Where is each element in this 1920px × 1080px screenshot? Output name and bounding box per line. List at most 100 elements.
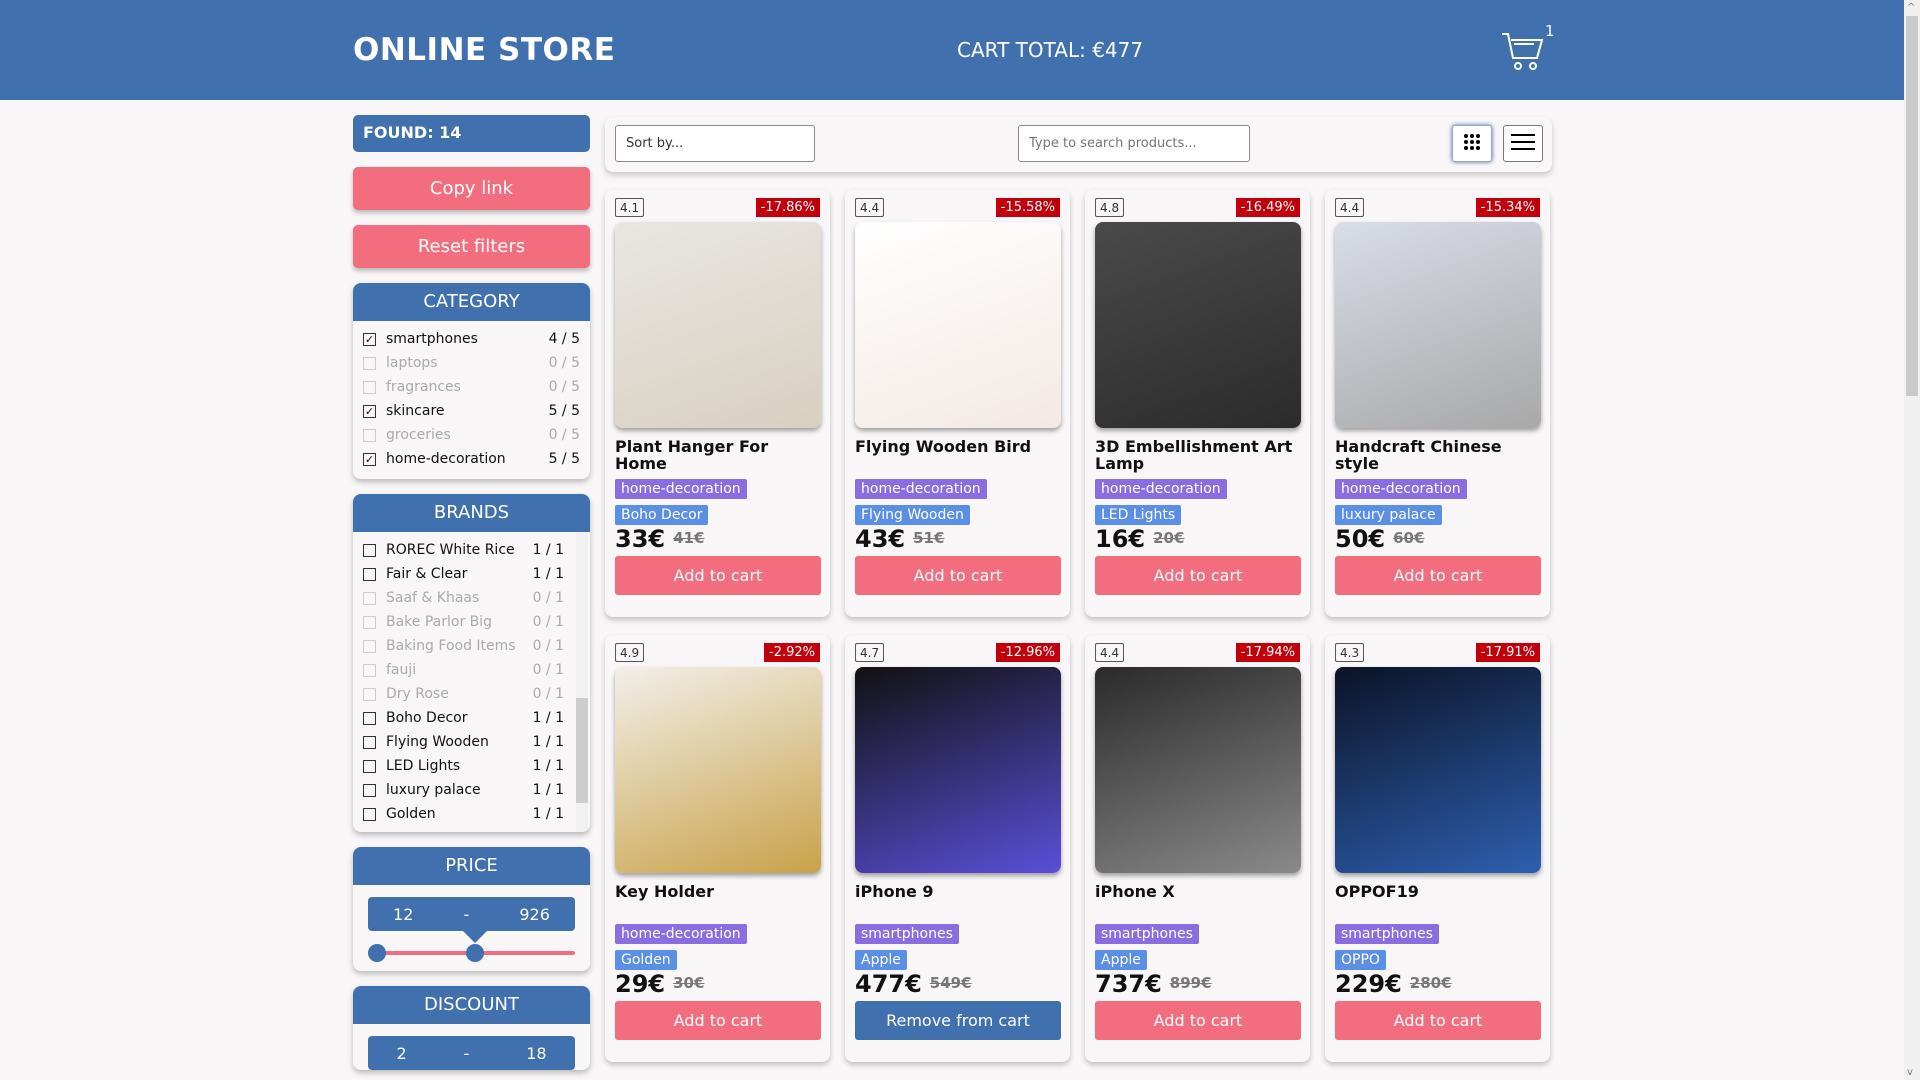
brand-option[interactable]: fauji 0 / 1 xyxy=(363,658,564,682)
filter-count: 1 / 1 xyxy=(532,566,564,582)
product-card[interactable]: 4.3 -17.91% OPPOF19 smartphones OPPO 229€… xyxy=(1325,635,1550,1062)
price-max-handle[interactable] xyxy=(466,944,484,962)
product-card[interactable]: 4.1 -17.86% Plant Hanger For Home home-d… xyxy=(605,190,830,617)
brand-option[interactable]: Dry Rose 0 / 1 xyxy=(363,682,564,706)
filter-count: 1 / 1 xyxy=(532,710,564,726)
checkbox[interactable] xyxy=(363,687,376,701)
add-to-cart-button[interactable]: Add to cart xyxy=(1335,556,1541,595)
product-image[interactable] xyxy=(615,667,821,873)
checkbox[interactable]: ✓ xyxy=(363,452,376,466)
checkbox[interactable] xyxy=(363,543,376,557)
checkbox[interactable] xyxy=(363,759,376,773)
category-option[interactable]: laptops 0 / 5 xyxy=(363,351,580,375)
brands-scrollbar[interactable] xyxy=(576,532,588,832)
search-input[interactable] xyxy=(1018,125,1250,162)
checkbox[interactable] xyxy=(363,807,376,821)
filter-label: Boho Decor xyxy=(386,710,468,726)
filter-label: fragrances xyxy=(386,379,461,395)
category-option[interactable]: fragrances 0 / 5 xyxy=(363,375,580,399)
add-to-cart-button[interactable]: Add to cart xyxy=(1335,1001,1541,1040)
list-view-button[interactable] xyxy=(1503,125,1543,162)
product-price: 33€ xyxy=(615,525,666,553)
checkbox[interactable] xyxy=(363,639,376,653)
sort-select[interactable]: Sort by... xyxy=(615,125,815,162)
product-title[interactable]: iPhone 9 xyxy=(855,883,1061,900)
brand-option[interactable]: ROREC White Rice 1 / 1 xyxy=(363,538,564,562)
store-logo[interactable]: ONLINE STORE xyxy=(353,32,615,68)
brand-option[interactable]: Baking Food Items 0 / 1 xyxy=(363,634,564,658)
product-card[interactable]: 4.9 -2.92% Key Holder home-decoration Gol… xyxy=(605,635,830,1062)
product-card[interactable]: 4.4 -15.58% Flying Wooden Bird home-deco… xyxy=(845,190,1070,617)
page-scrollbar[interactable]: ^ v xyxy=(1904,0,1920,1080)
product-card[interactable]: 4.8 -16.49% 3D Embellishment Art Lamp ho… xyxy=(1085,190,1310,617)
product-card[interactable]: 4.7 -12.96% iPhone 9 smartphones Apple 47… xyxy=(845,635,1070,1062)
product-title[interactable]: Key Holder xyxy=(615,883,821,900)
add-to-cart-button[interactable]: Add to cart xyxy=(615,556,821,595)
discount-min: 2 xyxy=(396,1043,407,1063)
checkbox[interactable] xyxy=(363,356,376,370)
category-tag: home-decoration xyxy=(1335,479,1467,499)
checkbox[interactable] xyxy=(363,783,376,797)
product-title[interactable]: Flying Wooden Bird xyxy=(855,438,1061,455)
product-title[interactable]: Plant Hanger For Home xyxy=(615,438,821,472)
category-option[interactable]: ✓ smartphones 4 / 5 xyxy=(363,327,580,351)
checkbox[interactable] xyxy=(363,711,376,725)
product-title[interactable]: Handcraft Chinese style xyxy=(1335,438,1541,472)
cart-icon[interactable] xyxy=(1500,28,1546,72)
checkbox[interactable]: ✓ xyxy=(363,332,376,346)
product-image[interactable] xyxy=(1335,222,1541,428)
filter-count: 0 / 5 xyxy=(548,355,580,371)
filter-label: ROREC White Rice xyxy=(386,542,515,558)
category-option[interactable]: ✓ home-decoration 5 / 5 xyxy=(363,447,580,471)
product-title[interactable]: iPhone X xyxy=(1095,883,1301,900)
category-tag: home-decoration xyxy=(1095,479,1227,499)
filter-label: smartphones xyxy=(386,331,478,347)
checkbox[interactable] xyxy=(363,591,376,605)
product-image[interactable] xyxy=(855,222,1061,428)
filter-label: Fair & Clear xyxy=(386,566,468,582)
price-slider[interactable] xyxy=(368,943,575,963)
checkbox[interactable] xyxy=(363,615,376,629)
brand-option[interactable]: luxury palace 1 / 1 xyxy=(363,778,564,802)
price-title: PRICE xyxy=(353,847,590,885)
add-to-cart-button[interactable]: Add to cart xyxy=(615,1001,821,1040)
brand-option[interactable]: LED Lights 1 / 1 xyxy=(363,754,564,778)
add-to-cart-button[interactable]: Add to cart xyxy=(1095,556,1301,595)
product-image[interactable] xyxy=(855,667,1061,873)
brands-title: BRANDS xyxy=(353,494,590,532)
brand-option[interactable]: Saaf & Khaas 0 / 1 xyxy=(363,586,564,610)
grid-view-button[interactable] xyxy=(1452,125,1492,162)
checkbox[interactable] xyxy=(363,663,376,677)
reset-filters-button[interactable]: Reset filters xyxy=(353,225,590,268)
remove-from-cart-button[interactable]: Remove from cart xyxy=(855,1001,1061,1040)
add-to-cart-button[interactable]: Add to cart xyxy=(1095,1001,1301,1040)
rating-badge: 4.8 xyxy=(1095,198,1125,217)
category-option[interactable]: groceries 0 / 5 xyxy=(363,423,580,447)
checkbox[interactable] xyxy=(363,428,376,442)
product-image[interactable] xyxy=(615,222,821,428)
category-option[interactable]: ✓ skincare 5 / 5 xyxy=(363,399,580,423)
checkbox[interactable]: ✓ xyxy=(363,404,376,418)
add-to-cart-button[interactable]: Add to cart xyxy=(855,556,1061,595)
copy-link-button[interactable]: Copy link xyxy=(353,167,590,210)
brand-option[interactable]: Flying Wooden 1 / 1 xyxy=(363,730,564,754)
product-title[interactable]: 3D Embellishment Art Lamp xyxy=(1095,438,1301,472)
brand-option[interactable]: Golden 1 / 1 xyxy=(363,802,564,826)
brand-option[interactable]: Boho Decor 1 / 1 xyxy=(363,706,564,730)
product-image[interactable] xyxy=(1095,222,1301,428)
checkbox[interactable] xyxy=(363,567,376,581)
product-image[interactable] xyxy=(1335,667,1541,873)
discount-sep: - xyxy=(463,1043,470,1063)
checkbox[interactable] xyxy=(363,380,376,394)
category-tag: home-decoration xyxy=(615,479,747,499)
product-card[interactable]: 4.4 -15.34% Handcraft Chinese style home… xyxy=(1325,190,1550,617)
checkbox[interactable] xyxy=(363,735,376,749)
brand-option[interactable]: Fair & Clear 1 / 1 xyxy=(363,562,564,586)
brand-option[interactable]: Bake Parlor Big 0 / 1 xyxy=(363,610,564,634)
price-min-handle[interactable] xyxy=(368,944,386,962)
product-title[interactable]: OPPOF19 xyxy=(1335,883,1541,900)
product-card[interactable]: 4.4 -17.94% iPhone X smartphones Apple 73… xyxy=(1085,635,1310,1062)
product-image[interactable] xyxy=(1095,667,1301,873)
price-sep: - xyxy=(463,904,470,924)
rating-badge: 4.4 xyxy=(1335,198,1365,217)
